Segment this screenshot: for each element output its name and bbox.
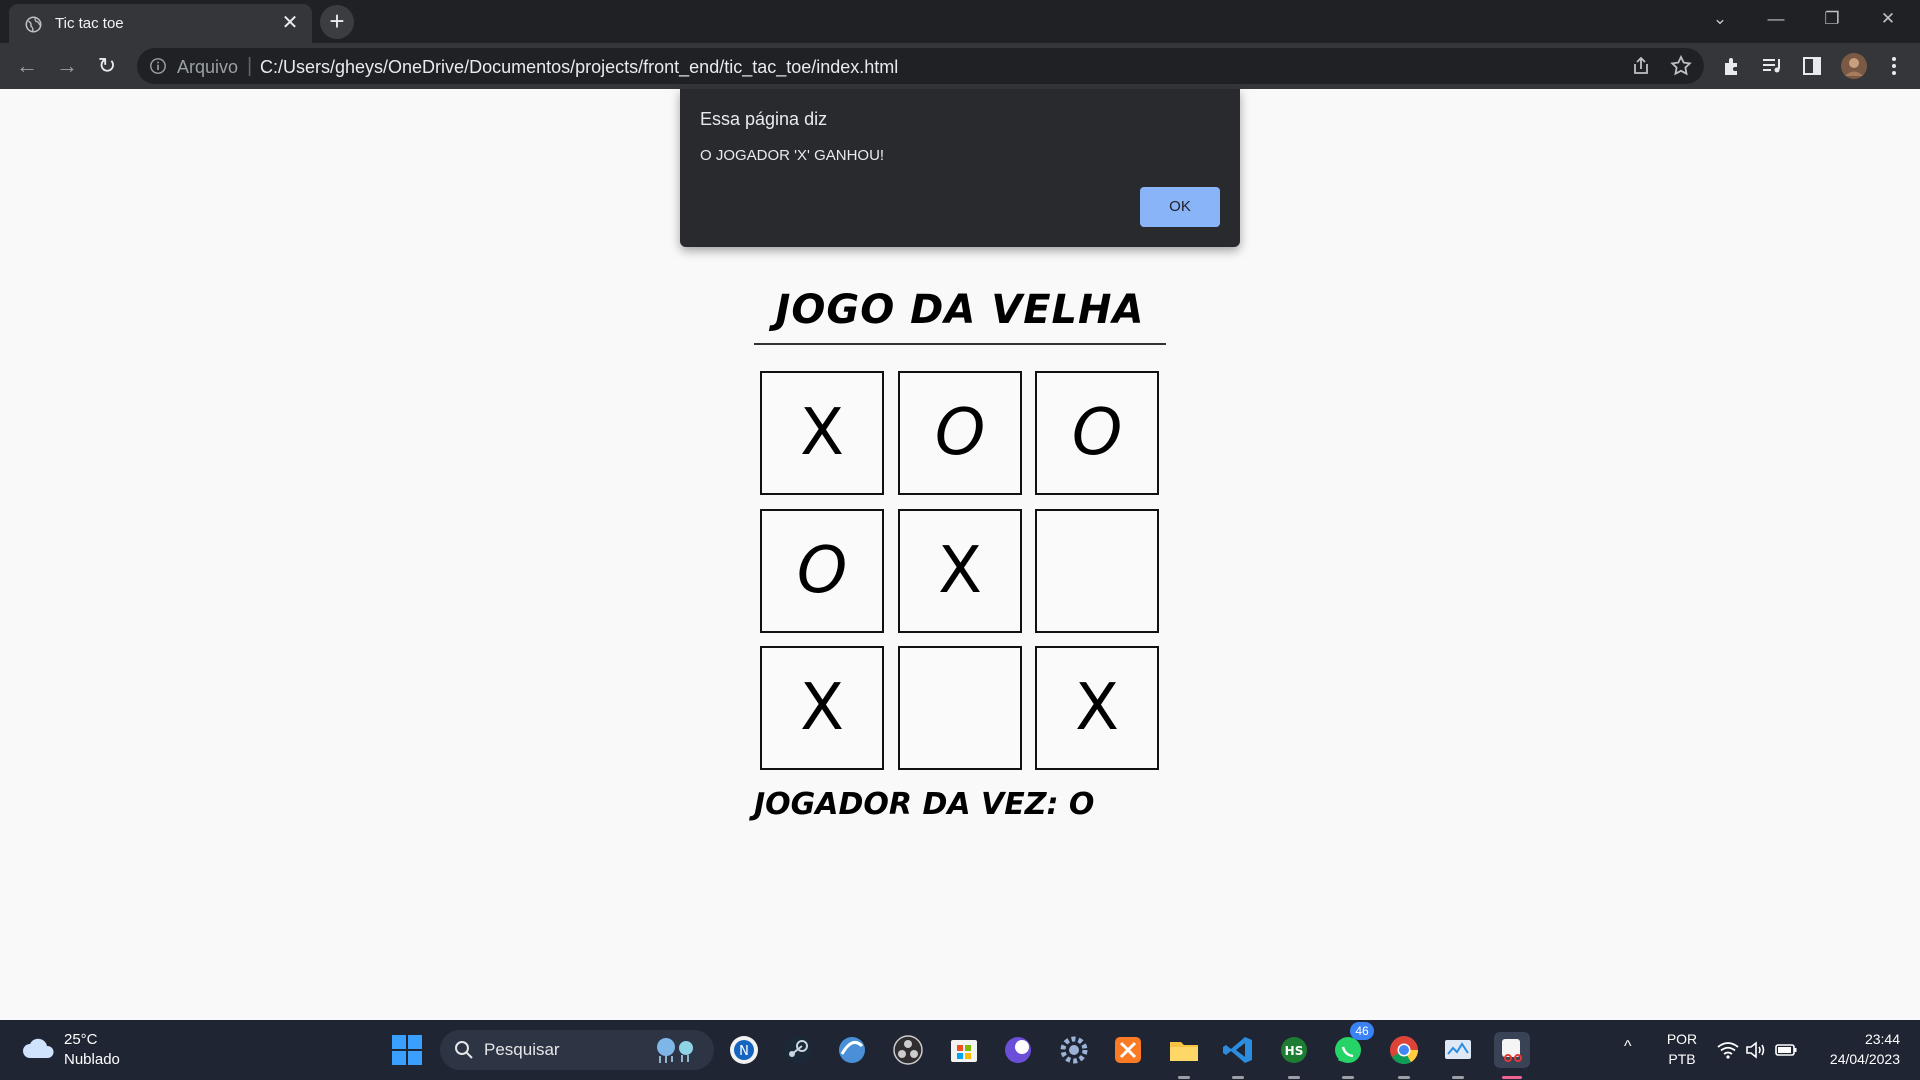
clock-date: 24/04/2023 — [1829, 1051, 1900, 1067]
weather-temperature[interactable]: 25°C — [64, 1031, 98, 1048]
file-explorer-icon[interactable] — [1166, 1032, 1202, 1068]
browser-app-icon[interactable] — [834, 1032, 870, 1068]
back-button[interactable]: ← — [12, 51, 42, 81]
snipping-tool-icon[interactable] — [1494, 1032, 1530, 1068]
board-cell-9[interactable]: X — [1035, 646, 1159, 770]
address-bar[interactable]: Arquivo | C:/Users/gheys/OneDrive/Docume… — [137, 48, 1704, 84]
monitor-app-icon[interactable] — [1440, 1032, 1476, 1068]
microsoft-store-icon[interactable] — [946, 1032, 982, 1068]
windows-logo-icon — [408, 1051, 422, 1065]
obs-studio-icon[interactable] — [890, 1032, 926, 1068]
share-icon[interactable] — [1629, 54, 1653, 78]
alert-dialog: Essa página diz O JOGADOR 'X' GANHOU! OK — [680, 89, 1240, 247]
tab-search-button[interactable]: ⌄ — [1692, 0, 1748, 40]
browser-tab[interactable]: Tic tac toe ✕ — [9, 4, 312, 43]
board-cell-4[interactable]: O — [760, 509, 884, 633]
purple-app-icon[interactable] — [1000, 1032, 1036, 1068]
running-indicator — [1398, 1076, 1410, 1079]
board-cell-6[interactable] — [1035, 509, 1159, 633]
info-icon[interactable] — [149, 57, 167, 75]
language-code: POR — [1666, 1031, 1698, 1047]
running-indicator — [1288, 1076, 1300, 1079]
running-indicator-active — [1502, 1076, 1522, 1079]
ok-button[interactable]: OK — [1140, 187, 1220, 227]
wifi-icon[interactable] — [1716, 1038, 1740, 1062]
browser-tab-strip: Tic tac toe ✕ + ⌄ — ❐ ✕ — [0, 0, 1920, 43]
close-window-button[interactable]: ✕ — [1860, 0, 1916, 40]
url-separator: | — [247, 55, 253, 77]
xampp-icon[interactable] — [1110, 1032, 1146, 1068]
current-player-text: JOGADOR DA VEZ: O — [754, 787, 1095, 822]
input-language-indicator[interactable]: POR PTB — [1664, 1029, 1700, 1069]
game-title: JOGO DA VELHA — [754, 287, 1166, 345]
chrome-icon[interactable] — [1386, 1032, 1422, 1068]
browser-toolbar: ← → ↻ Arquivo | C:/Users/gheys/OneDrive/… — [0, 43, 1920, 89]
cloud-icon[interactable] — [22, 1034, 56, 1060]
forward-button[interactable]: → — [52, 51, 82, 81]
dialog-message: O JOGADOR 'X' GANHOU! — [700, 147, 885, 164]
tray-overflow-chevron-icon[interactable]: ^ — [1624, 1038, 1632, 1056]
running-indicator — [1178, 1076, 1190, 1079]
globe-icon — [25, 16, 42, 33]
taskbar-search[interactable]: Pesquisar — [440, 1030, 714, 1070]
restore-button[interactable]: ❐ — [1804, 0, 1860, 40]
notion-like-app-icon[interactable]: N — [726, 1032, 762, 1068]
media-control-icon[interactable] — [1760, 54, 1784, 78]
weather-description[interactable]: Nublado — [64, 1051, 120, 1068]
windows-taskbar: 25°C Nublado Pesquisar N HS 46 ^ POR PTB… — [0, 1020, 1920, 1080]
running-indicator — [1342, 1076, 1354, 1079]
board-cell-1[interactable]: X — [760, 371, 884, 495]
board-cell-8[interactable] — [898, 646, 1022, 770]
search-placeholder: Pesquisar — [484, 1040, 560, 1059]
clock-time: 23:44 — [1864, 1031, 1900, 1047]
board-cell-2[interactable]: O — [898, 371, 1022, 495]
dialog-title: Essa página diz — [700, 109, 828, 129]
windows-logo-icon — [392, 1051, 406, 1065]
board-cell-3[interactable]: O — [1035, 371, 1159, 495]
keyboard-layout-code: PTB — [1668, 1051, 1696, 1067]
url-text[interactable]: C:/Users/gheys/OneDrive/Documentos/proje… — [260, 57, 898, 78]
steam-icon[interactable] — [780, 1032, 816, 1068]
side-panel-icon[interactable] — [1800, 54, 1824, 78]
running-indicator — [1232, 1076, 1244, 1079]
start-button[interactable] — [392, 1035, 422, 1065]
running-indicator — [1452, 1076, 1464, 1079]
board-cell-7[interactable]: X — [760, 646, 884, 770]
battery-icon[interactable] — [1774, 1038, 1798, 1062]
new-tab-button[interactable]: + — [320, 5, 354, 39]
svg-text:N: N — [739, 1044, 749, 1059]
game-board: X O O O X X X — [760, 371, 1160, 771]
windows-logo-icon — [392, 1035, 406, 1049]
hs-app-icon[interactable]: HS — [1276, 1032, 1312, 1068]
whatsapp-unread-badge: 46 — [1350, 1022, 1374, 1040]
profile-avatar[interactable] — [1840, 52, 1868, 80]
star-icon[interactable] — [1669, 54, 1693, 78]
settings-gear-icon[interactable] — [1056, 1032, 1092, 1068]
tab-close-icon[interactable]: ✕ — [279, 12, 301, 34]
tab-title: Tic tac toe — [55, 15, 124, 32]
vscode-icon[interactable] — [1220, 1032, 1256, 1068]
reload-button[interactable]: ↻ — [92, 51, 122, 81]
windows-logo-icon — [408, 1035, 422, 1049]
tic-tac-toe-game: JOGO DA VELHA X O O O X X X JOGADOR DA V… — [754, 287, 1166, 822]
volume-icon[interactable] — [1744, 1038, 1768, 1062]
jellyfish-icon — [657, 1038, 693, 1063]
clock[interactable]: 23:44 24/04/2023 — [1810, 1029, 1900, 1069]
board-cell-5[interactable]: X — [898, 509, 1022, 633]
search-icon — [455, 1041, 473, 1059]
svg-text:HS: HS — [1285, 1044, 1304, 1058]
kebab-menu-icon[interactable] — [1882, 54, 1906, 78]
extensions-icon[interactable] — [1720, 54, 1744, 78]
minimize-button[interactable]: — — [1748, 0, 1804, 40]
url-scheme-label: Arquivo — [177, 57, 239, 77]
